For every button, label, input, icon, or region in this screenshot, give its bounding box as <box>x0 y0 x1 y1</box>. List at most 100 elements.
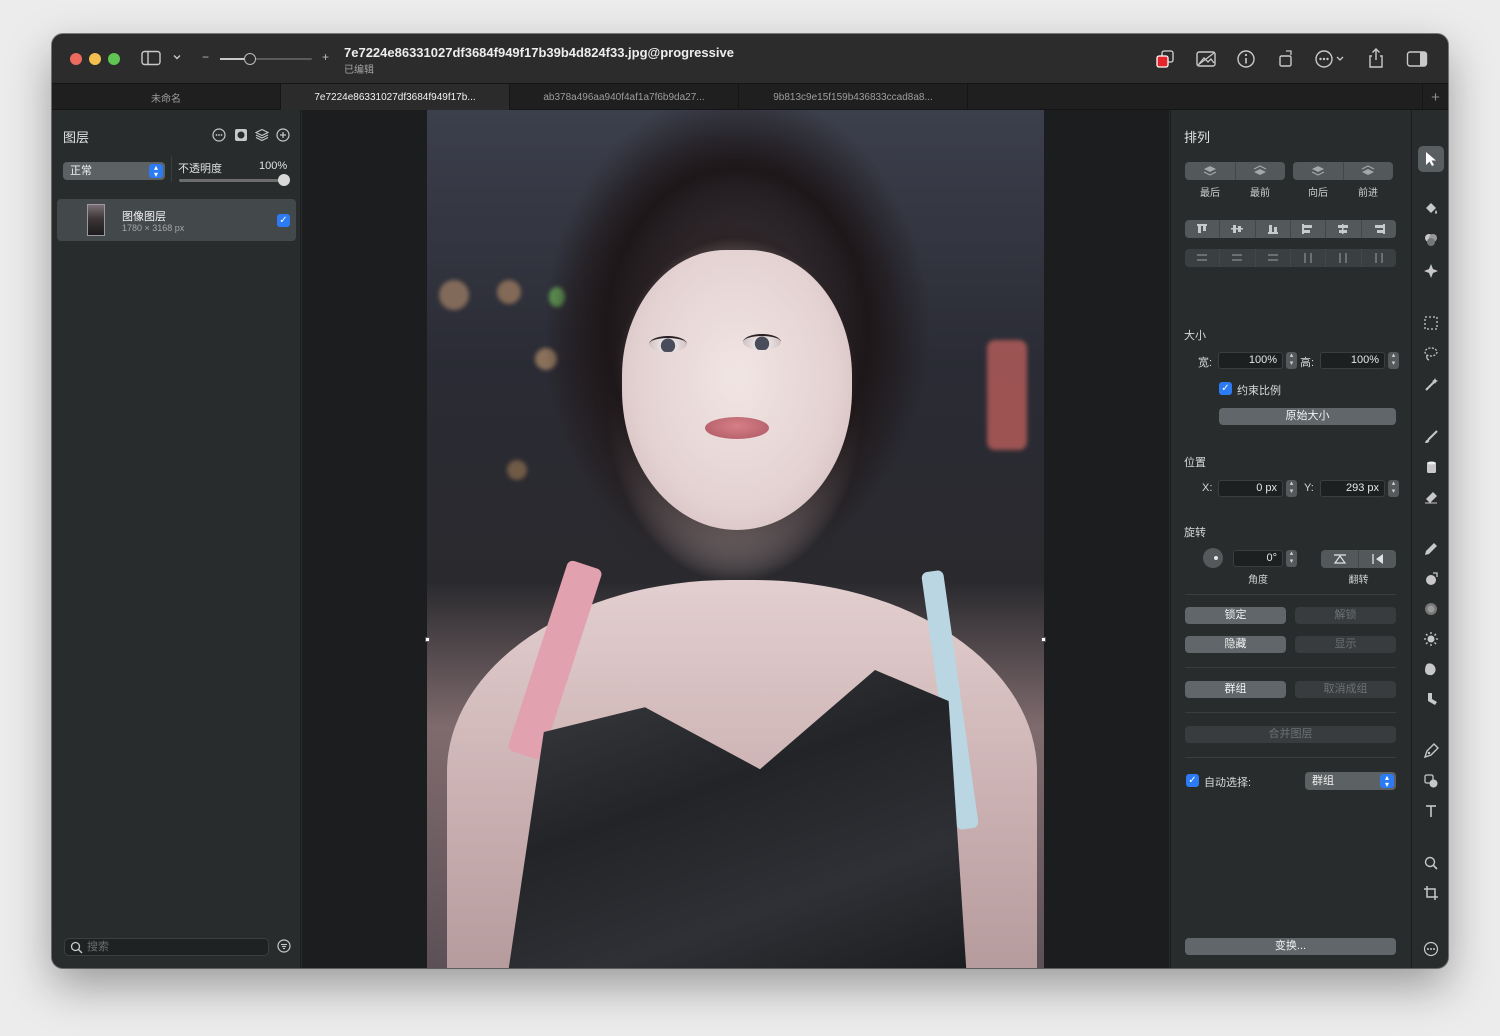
fill-icon[interactable] <box>1418 454 1444 480</box>
layer-mask-icon[interactable] <box>234 128 248 145</box>
opacity-slider[interactable] <box>179 179 283 182</box>
blend-mode-select[interactable]: 正常 ▴ ▾ <box>63 162 165 180</box>
y-position-field[interactable]: 293 px <box>1320 480 1385 497</box>
layer-options-icon[interactable] <box>212 128 226 145</box>
rotate-canvas-icon[interactable] <box>1276 49 1296 69</box>
tab-bar: 未命名 7e7224e86331027df3684f949f17b... ab3… <box>52 83 1448 110</box>
y-stepper[interactable]: ▴ ▾ <box>1388 480 1399 497</box>
zoom-icon[interactable] <box>1418 850 1444 876</box>
zoom-slider-knob[interactable] <box>244 53 256 65</box>
lock-button[interactable]: 锁定 <box>1185 607 1286 624</box>
tab-untitled[interactable]: 未命名 <box>52 84 281 110</box>
color-picker-icon[interactable] <box>1154 48 1178 70</box>
bring-to-front-button[interactable] <box>1234 162 1286 180</box>
flip-horizontal-icon[interactable] <box>1358 550 1396 568</box>
send-to-back-button[interactable] <box>1185 162 1235 180</box>
auto-select-popup[interactable]: 群组 ▴ ▾ <box>1305 772 1396 790</box>
canvas-area[interactable] <box>302 110 1169 968</box>
original-size-button[interactable]: 原始大小 <box>1219 408 1396 425</box>
rotation-dial[interactable] <box>1203 548 1223 568</box>
layer-search-field[interactable] <box>64 938 269 956</box>
tab-current-image[interactable]: 7e7224e86331027df3684f949f17b... <box>281 84 510 110</box>
angle-stepper[interactable]: ▴ ▾ <box>1286 550 1297 567</box>
add-layer-icon[interactable] <box>276 128 290 145</box>
paint-bucket-icon[interactable] <box>1418 196 1444 222</box>
height-field[interactable]: 100% <box>1320 352 1385 369</box>
eraser-icon[interactable] <box>1418 484 1444 510</box>
layer-row-image[interactable]: 图像图层 1780 × 3168 px ✓ <box>57 199 296 241</box>
angle-field[interactable]: 0° <box>1233 550 1283 567</box>
text-icon[interactable] <box>1418 798 1444 824</box>
zoom-in-label[interactable]: + <box>322 50 329 64</box>
width-stepper[interactable]: ▴ ▾ <box>1286 352 1297 369</box>
layers-stack-icon[interactable] <box>254 128 270 145</box>
pen-icon[interactable] <box>1418 738 1444 764</box>
image-adjust-icon[interactable] <box>1195 49 1217 69</box>
align-right-icon[interactable] <box>1360 220 1396 238</box>
align-left-icon[interactable] <box>1185 220 1219 238</box>
transform-button[interactable]: 变换... <box>1185 938 1396 955</box>
group-button[interactable]: 群组 <box>1185 681 1286 698</box>
flip-vertical-icon[interactable] <box>1321 550 1358 568</box>
zoom-slider[interactable] <box>220 53 312 65</box>
blur-icon[interactable] <box>1418 596 1444 622</box>
brush-icon[interactable] <box>1418 424 1444 450</box>
resize-handle-left[interactable] <box>425 637 430 642</box>
color-adjust-icon[interactable] <box>1418 227 1444 253</box>
search-input[interactable] <box>87 940 257 954</box>
magic-star-icon[interactable] <box>1418 258 1444 284</box>
shapes-icon[interactable] <box>1418 768 1444 794</box>
clone-icon[interactable] <box>1418 566 1444 592</box>
constrain-checkbox[interactable]: ✓ <box>1219 382 1232 395</box>
zoom-window-button[interactable] <box>108 53 120 65</box>
close-window-button[interactable] <box>70 53 82 65</box>
sidebar-toggle-icon[interactable] <box>141 50 161 66</box>
auto-select-checkbox[interactable]: ✓ <box>1186 774 1199 787</box>
smudge-icon[interactable] <box>1418 656 1444 682</box>
x-stepper[interactable]: ▴ ▾ <box>1286 480 1297 497</box>
marquee-select-icon[interactable] <box>1418 310 1444 336</box>
minimize-window-button[interactable] <box>89 53 101 65</box>
bokeh-light <box>507 460 527 480</box>
ungroup-button[interactable]: 取消成组 <box>1295 681 1396 698</box>
bokeh-light <box>439 280 469 310</box>
image-layer-artwork[interactable] <box>427 110 1044 968</box>
inspector-toggle-icon[interactable] <box>1406 50 1428 68</box>
width-field[interactable]: 100% <box>1218 352 1283 369</box>
chevron-down-icon[interactable] <box>172 52 182 62</box>
share-icon[interactable] <box>1366 47 1386 69</box>
pencil-icon[interactable] <box>1418 536 1444 562</box>
lasso-icon[interactable] <box>1418 341 1444 367</box>
layer-visibility-checkbox[interactable]: ✓ <box>277 214 290 227</box>
retouch-icon[interactable] <box>1418 686 1444 712</box>
align-bottom-icon[interactable] <box>1254 220 1290 238</box>
merge-layers-button[interactable]: 合并图层 <box>1185 726 1396 743</box>
bring-forward-button[interactable] <box>1342 162 1394 180</box>
x-position-field[interactable]: 0 px <box>1218 480 1283 497</box>
arrange-panel: 排列 最后 最前 向后 前进 大小 宽: 100% ▴ ▾ 高: 100% ▴ … <box>1170 110 1410 968</box>
info-icon[interactable] <box>1236 49 1256 69</box>
pointer-icon[interactable] <box>1418 146 1444 172</box>
resize-handle-right[interactable] <box>1041 637 1046 642</box>
crop-icon[interactable] <box>1418 880 1444 906</box>
show-button[interactable]: 显示 <box>1295 636 1396 653</box>
size-section-label: 大小 <box>1184 330 1206 342</box>
tab-image-3[interactable]: 9b813c9e15f159b436833ccad8a8... <box>739 84 968 110</box>
more-icon[interactable] <box>1418 936 1444 962</box>
align-center-v-icon[interactable] <box>1325 220 1360 238</box>
unlock-button[interactable]: 解锁 <box>1295 607 1396 624</box>
new-tab-button[interactable]: + <box>1422 84 1448 110</box>
sun-icon[interactable] <box>1418 626 1444 652</box>
opacity-slider-knob[interactable] <box>278 174 290 186</box>
more-options-icon[interactable] <box>1314 49 1346 69</box>
magic-wand-icon[interactable] <box>1418 372 1444 398</box>
send-backward-button[interactable] <box>1293 162 1343 180</box>
align-center-h-icon[interactable] <box>1219 220 1254 238</box>
hide-button[interactable]: 隐藏 <box>1185 636 1286 653</box>
height-stepper[interactable]: ▴ ▾ <box>1388 352 1399 369</box>
bokeh-light <box>987 340 1027 450</box>
zoom-out-label[interactable]: − <box>202 50 209 64</box>
filter-icon[interactable] <box>277 939 291 956</box>
align-top-icon[interactable] <box>1289 220 1325 238</box>
tab-image-2[interactable]: ab378a496aa940f4af1a7f6b9da27... <box>510 84 739 110</box>
